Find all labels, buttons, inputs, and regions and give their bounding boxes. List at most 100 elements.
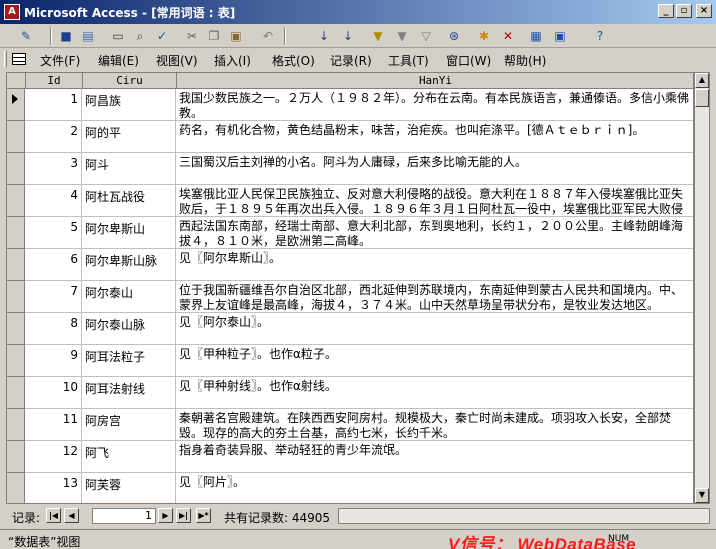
table-row[interactable]: 12 阿飞 指身着奇装异服、举动轻狂的青少年流氓。: [7, 441, 693, 473]
record-selector[interactable]: [7, 281, 25, 313]
record-selector[interactable]: [7, 185, 25, 217]
menu-file[interactable]: 文件(F): [40, 52, 80, 69]
record-selector[interactable]: [7, 473, 25, 503]
scroll-thumb[interactable]: [695, 89, 709, 107]
cell-hanyi[interactable]: 位于我国新疆维吾尔自治区北部，西北延伸到苏联境内，东南延伸到蒙古人民共和国境内。…: [177, 281, 693, 313]
apply-filter-icon[interactable]: ▽: [418, 28, 434, 44]
cell-id[interactable]: 3: [26, 153, 82, 185]
horizontal-scrollbar[interactable]: [338, 508, 710, 524]
filter-by-form-icon[interactable]: ▼: [394, 28, 410, 44]
cell-hanyi[interactable]: 见〖阿尔泰山〗。: [177, 313, 693, 345]
column-header-hanyi[interactable]: HanYi: [177, 73, 693, 89]
cell-id[interactable]: 10: [26, 377, 82, 409]
help-icon[interactable]: ?: [592, 28, 608, 44]
menu-format[interactable]: 格式(O): [272, 52, 315, 69]
menu-edit[interactable]: 编辑(E): [98, 52, 139, 69]
table-row[interactable]: 9 阿耳法粒子 见〖甲种粒子〗。也作α粒子。: [7, 345, 693, 377]
menu-insert[interactable]: 插入(I): [214, 52, 251, 69]
cell-ciru[interactable]: 阿芙蓉: [83, 473, 176, 503]
cell-hanyi[interactable]: 埃塞俄比亚人民保卫民族独立、反对意大利侵略的战役。意大利在１８８７年入侵埃塞俄比…: [177, 185, 693, 217]
current-record-field[interactable]: 1: [92, 508, 156, 524]
paste-icon[interactable]: ▣: [228, 28, 244, 44]
column-header-id[interactable]: Id: [26, 73, 83, 89]
cell-ciru[interactable]: 阿耳法射线: [83, 377, 176, 409]
cell-id[interactable]: 12: [26, 441, 82, 473]
vertical-scrollbar[interactable]: ▲ ▼: [694, 72, 710, 504]
file-search-icon[interactable]: ▤: [80, 28, 96, 44]
record-selector[interactable]: [7, 153, 25, 185]
scroll-up-icon[interactable]: ▲: [695, 73, 709, 88]
record-selector[interactable]: [7, 441, 25, 473]
new-record-icon[interactable]: ✱: [476, 28, 492, 44]
cell-hanyi[interactable]: 见〖阿尔卑斯山〗。: [177, 249, 693, 281]
sort-ascending-icon[interactable]: ↓: [316, 28, 332, 44]
record-selector[interactable]: [7, 121, 25, 153]
last-record-icon[interactable]: ▶|: [176, 508, 191, 523]
new-object-icon[interactable]: ▣: [552, 28, 568, 44]
table-row[interactable]: 5 阿尔卑斯山 西起法国东南部，经瑞士南部、意大利北部，东到奥地利，长约１，２０…: [7, 217, 693, 249]
menu-window[interactable]: 窗口(W): [446, 52, 491, 69]
copy-icon[interactable]: ❐: [206, 28, 222, 44]
delete-record-icon[interactable]: ✕: [500, 28, 516, 44]
cell-id[interactable]: 5: [26, 217, 82, 249]
table-row[interactable]: 4 阿杜瓦战役 埃塞俄比亚人民保卫民族独立、反对意大利侵略的战役。意大利在１８８…: [7, 185, 693, 217]
record-selector[interactable]: [7, 249, 25, 281]
record-selector[interactable]: [7, 409, 25, 441]
cell-id[interactable]: 6: [26, 249, 82, 281]
close-button[interactable]: ×: [696, 4, 712, 18]
table-row[interactable]: 8 阿尔泰山脉 见〖阿尔泰山〗。: [7, 313, 693, 345]
cell-hanyi[interactable]: 西起法国东南部，经瑞士南部、意大利北部，东到奥地利，长约１，２００公里。主峰勃朗…: [177, 217, 693, 249]
cell-hanyi[interactable]: 三国蜀汉后主刘禅的小名。阿斗为人庸碌，后来多比喻无能的人。: [177, 153, 693, 185]
table-row[interactable]: 6 阿尔卑斯山脉 见〖阿尔卑斯山〗。: [7, 249, 693, 281]
table-row[interactable]: 2 阿的平 药名，有机化合物，黄色结晶粉末，味苦，治疟疾。也叫疟涤平。[德Ａｔｅ…: [7, 121, 693, 153]
table-row[interactable]: 1 阿昌族 我国少数民族之一。２万人（１９８２年）。分布在云南。有本民族语言，兼…: [7, 89, 693, 121]
cell-id[interactable]: 7: [26, 281, 82, 313]
cell-hanyi[interactable]: 见〖阿片〗。: [177, 473, 693, 503]
cell-id[interactable]: 11: [26, 409, 82, 441]
cell-ciru[interactable]: 阿尔泰山脉: [83, 313, 176, 345]
cell-id[interactable]: 1: [26, 89, 82, 121]
cell-hanyi[interactable]: 我国少数民族之一。２万人（１９８２年）。分布在云南。有本民族语言，兼通傣语。多信…: [177, 89, 693, 121]
scroll-down-icon[interactable]: ▼: [695, 488, 709, 503]
datasheet-icon[interactable]: [12, 53, 26, 65]
cell-ciru[interactable]: 阿斗: [83, 153, 176, 185]
design-view-icon[interactable]: ✎: [18, 28, 34, 44]
cell-ciru[interactable]: 阿尔泰山: [83, 281, 176, 313]
menu-tools[interactable]: 工具(T): [388, 52, 429, 69]
record-selector[interactable]: [7, 377, 25, 409]
previous-record-icon[interactable]: ◀: [64, 508, 79, 523]
next-record-icon[interactable]: ▶: [158, 508, 173, 523]
cut-icon[interactable]: ✂: [184, 28, 200, 44]
access-app-icon[interactable]: A: [4, 4, 20, 20]
cell-id[interactable]: 8: [26, 313, 82, 345]
new-record-nav-icon[interactable]: ▶*: [196, 508, 211, 523]
spelling-icon[interactable]: ✓: [154, 28, 170, 44]
find-icon[interactable]: ⊛: [446, 28, 462, 44]
database-window-icon[interactable]: ▦: [528, 28, 544, 44]
menu-records[interactable]: 记录(R): [330, 52, 372, 69]
record-selector[interactable]: [7, 89, 25, 121]
sort-descending-icon[interactable]: ↓: [340, 28, 356, 44]
print-icon[interactable]: ▭: [110, 28, 126, 44]
restore-button[interactable]: ▫: [676, 4, 692, 18]
cell-ciru[interactable]: 阿飞: [83, 441, 176, 473]
cell-hanyi[interactable]: 指身着奇装异服、举动轻狂的青少年流氓。: [177, 441, 693, 473]
table-row[interactable]: 3 阿斗 三国蜀汉后主刘禅的小名。阿斗为人庸碌，后来多比喻无能的人。: [7, 153, 693, 185]
cell-hanyi[interactable]: 见〖甲种射线〗。也作α射线。: [177, 377, 693, 409]
record-selector[interactable]: [7, 313, 25, 345]
column-header-ciru[interactable]: Ciru: [83, 73, 177, 89]
cell-hanyi[interactable]: 秦朝著名宫殿建筑。在陕西西安阿房村。规模极大，秦亡时尚未建成。项羽攻入长安，全部…: [177, 409, 693, 441]
table-row[interactable]: 10 阿耳法射线 见〖甲种射线〗。也作α射线。: [7, 377, 693, 409]
minimize-button[interactable]: _: [658, 4, 674, 18]
undo-icon[interactable]: ↶: [260, 28, 276, 44]
cell-ciru[interactable]: 阿耳法粒子: [83, 345, 176, 377]
save-icon[interactable]: ■: [58, 28, 74, 44]
record-selector[interactable]: [7, 217, 25, 249]
menu-view[interactable]: 视图(V): [156, 52, 198, 69]
filter-by-selection-icon[interactable]: ▼: [370, 28, 386, 44]
cell-hanyi[interactable]: 药名，有机化合物，黄色结晶粉末，味苦，治疟疾。也叫疟涤平。[德Ａｔｅｂｒｉｎ]。: [177, 121, 693, 153]
cell-ciru[interactable]: 阿房宫: [83, 409, 176, 441]
cell-ciru[interactable]: 阿的平: [83, 121, 176, 153]
table-row[interactable]: 11 阿房宫 秦朝著名宫殿建筑。在陕西西安阿房村。规模极大，秦亡时尚未建成。项羽…: [7, 409, 693, 441]
cell-ciru[interactable]: 阿尔卑斯山脉: [83, 249, 176, 281]
